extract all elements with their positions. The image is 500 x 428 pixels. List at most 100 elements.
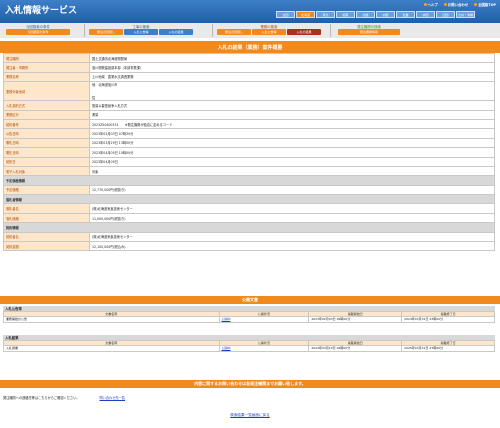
field-label: 業務名称 xyxy=(3,71,90,83)
service-outlook-button[interactable]: 発注の見通し xyxy=(217,29,251,35)
detail-row: 開札日時 2023年04月05日 10時00分 xyxy=(3,147,495,158)
section-row: 落札者情報 xyxy=(3,194,495,205)
divider xyxy=(330,24,331,37)
doc-name: 業務開始の公告 xyxy=(3,316,220,323)
back-to-results-link[interactable]: 検索結果一覧画面に戻る xyxy=(230,413,270,417)
region-tab[interactable]: 中国 xyxy=(416,11,435,18)
field-value: 国土交通省北海道開発局 xyxy=(89,52,495,64)
service-notice-button[interactable]: 入札公告等 xyxy=(252,29,286,35)
field-label: 業務対象地域 xyxy=(3,81,90,102)
field-value: 簡易公募型競争入札方式 xyxy=(89,100,495,111)
region-tab[interactable]: 関東 xyxy=(336,11,355,18)
field-label: 落札価格 xyxy=(3,212,90,224)
divider xyxy=(84,24,85,37)
doc-status-link[interactable]: 公開中 xyxy=(218,345,310,352)
field-label: 契約番号 xyxy=(3,118,90,130)
construction-notice-button[interactable]: 入札公告等 xyxy=(124,29,158,35)
field-value: (株)北海道気象技術センター xyxy=(89,231,495,243)
agency-info-button[interactable]: 発注機関情報 xyxy=(338,29,400,35)
field-label: 電子入札対象 xyxy=(3,165,90,177)
field-value: 上川地域 農業水文調査業務 xyxy=(89,71,495,83)
docs-title: 公開文書 xyxy=(0,296,500,304)
conditions-button[interactable]: 今回検索の条件 xyxy=(6,29,70,35)
docs-table-notices: 文書名称 公開状況 掲載開始日 掲載終了日 業務開始の公告 公開中 2023年0… xyxy=(3,311,495,323)
field-label: 発注機関 xyxy=(3,52,90,64)
section-label: 契約情報 xyxy=(3,222,495,233)
region-tabs: 全国 北海道 東北 関東 北陸 中部 近畿 中国 四国 九州・沖縄 xyxy=(276,11,495,18)
help-link[interactable]: ヘルプ xyxy=(423,2,438,7)
field-value: 2023年04月05日 10時00分 xyxy=(89,147,495,158)
field-value: 測量 xyxy=(89,109,495,120)
section-label: 予定価格情報 xyxy=(3,175,495,186)
section-label: 落札者情報 xyxy=(3,194,495,205)
bullet-icon xyxy=(474,3,478,6)
field-value: 12,770,000円(税抜き) xyxy=(89,184,495,196)
field-value: 対象 xyxy=(89,165,495,177)
field-value: 2023年02月03日 07時30分 xyxy=(89,128,495,139)
detail-row: 発注機関 国土交通省北海道開発局 xyxy=(3,52,495,64)
detail-row: 予定価格 12,770,000円(税抜き) xyxy=(3,184,495,196)
section-row: 契約情報 xyxy=(3,222,495,233)
construction-outlook-button[interactable]: 発注の見通し xyxy=(89,29,123,35)
doc-start: 2024年03月19日 09時00分 xyxy=(308,345,403,352)
doc-start: 2023年02月03日 09時00分 xyxy=(308,316,403,323)
detail-row: 業務名称 上川地域 農業水文調査業務 xyxy=(3,71,495,83)
contact-band: 内容に関するお問い合わせは各発注機関までお願い致します。 xyxy=(0,380,500,388)
divider xyxy=(212,24,213,37)
field-label: 公告日時 xyxy=(3,128,90,139)
field-label: 契約金額 xyxy=(3,241,90,252)
field-label: 契約者名 xyxy=(3,231,90,243)
field-label: 落札者名 xyxy=(3,203,90,214)
detail-row: 発注者・事務所 旭川開発建設部本部（本部事業課） xyxy=(3,62,495,73)
search-group-construction: 工事の検索 発注の見通し 入札公告等 入札の結果 xyxy=(88,23,194,38)
field-value: 2023年03月29日 13時00分 xyxy=(89,137,495,149)
service-result-button[interactable]: 入札の結果 xyxy=(287,29,321,35)
region-tab[interactable]: 中部 xyxy=(376,11,395,18)
section-row: 予定価格情報 xyxy=(3,175,495,186)
field-value: 11,000,000円(税抜き) xyxy=(89,212,495,224)
field-value: (株)北海道気象技術センター xyxy=(89,203,495,214)
contact-list-link[interactable]: 問い合わせ先一覧 xyxy=(100,395,126,400)
detail-row: 開札日時 2023年03月29日 13時00分 xyxy=(3,137,495,149)
doc-status-link[interactable]: 公開中 xyxy=(218,316,310,323)
region-tab[interactable]: 四国 xyxy=(436,11,455,18)
field-value: 2023年04月05日 xyxy=(89,156,495,167)
doc-name: 入札調書 xyxy=(3,345,220,352)
field-label: 発注者・事務所 xyxy=(3,62,90,73)
detail-title: 入札の結果（業務）案件概要 xyxy=(0,41,500,53)
field-label: 開札日時 xyxy=(3,137,90,149)
search-group-conditions: 今回検索の条件 今回検索の条件 xyxy=(4,23,72,38)
field-value: 12,100,000円(税込み) xyxy=(89,241,495,252)
field-label: 業務区分 xyxy=(3,109,90,120)
docs-table-results: 文書名称 公開状況 掲載開始日 掲載終了日 入札調書 公開中 2024年03月1… xyxy=(3,340,495,352)
bullet-icon xyxy=(443,3,447,6)
contact-note: 発注機関への連絡先等はこちらからご確認ください。 xyxy=(3,396,80,400)
field-value: 2023Z50400331 ※発注機関が独自に定めるコード xyxy=(89,118,495,130)
contact-link[interactable]: お問い合わせ xyxy=(443,2,468,7)
detail-row: 落札価格 11,000,000円(税抜き) xyxy=(3,212,495,224)
region-tab[interactable]: 全国 xyxy=(276,11,295,18)
doc-end: 2024年03月31日 23時00分 xyxy=(401,316,495,323)
region-tab[interactable]: 九州・沖縄 xyxy=(456,11,475,18)
region-tab[interactable]: 東北 xyxy=(316,11,335,18)
table-row: 入札調書 公開中 2024年03月19日 09時00分 2025年03月31日 … xyxy=(3,345,495,352)
detail-row: 契約金額 12,100,000円(税込み) xyxy=(3,241,495,252)
contact-note-row: 発注機関への連絡先等はこちらからご確認ください。 問い合わせ先一覧 xyxy=(3,395,125,400)
field-label: 予定価格 xyxy=(3,184,90,196)
field-value: 旭川開発建設部本部（本部事業課） xyxy=(89,62,495,73)
field-value: 他：北海道旭川市 従 xyxy=(89,81,495,102)
detail-row: 公告日時 2023年02月03日 07時30分 xyxy=(3,128,495,139)
back-link-row: 検索結果一覧画面に戻る xyxy=(0,413,500,418)
region-tab[interactable]: 北陸 xyxy=(356,11,375,18)
detail-row: 契約日 2023年04月05日 xyxy=(3,156,495,167)
national-top-link[interactable]: 全国版TOP xyxy=(474,2,496,7)
construction-result-button[interactable]: 入札の結果 xyxy=(159,29,193,35)
detail-row: 入札契約方式 簡易公募型競争入札方式 xyxy=(3,100,495,111)
top-links: ヘルプ お問い合わせ 全国版TOP xyxy=(423,2,496,7)
region-tab-active[interactable]: 北海道 xyxy=(296,11,315,18)
search-group-agency: 発注機関の検索 発注機関情報 xyxy=(334,23,404,38)
detail-row: 契約者名 (株)北海道気象技術センター xyxy=(3,231,495,243)
detail-row: 契約番号 2023Z50400331 ※発注機関が独自に定めるコード xyxy=(3,118,495,130)
region-tab[interactable]: 近畿 xyxy=(396,11,415,18)
field-label: 入札契約方式 xyxy=(3,100,90,111)
